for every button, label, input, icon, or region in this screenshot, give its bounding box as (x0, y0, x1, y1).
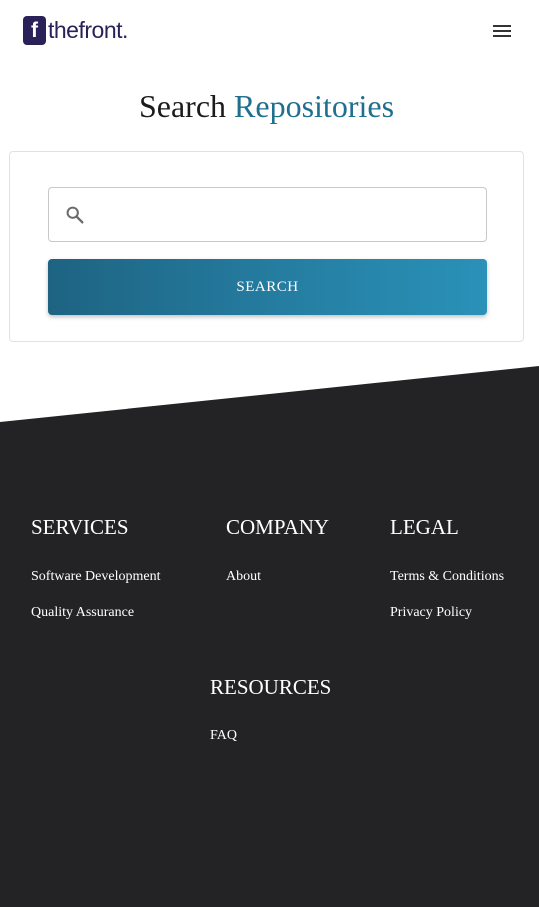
logo-text: thefront (48, 17, 123, 43)
search-icon (66, 206, 84, 224)
page-title-accent: Repositories (234, 88, 395, 124)
footer-col-title-company: COMPANY (226, 515, 330, 539)
page-title: Search Repositories (0, 88, 533, 125)
footer-link-quality-assurance[interactable]: Quality Assurance (31, 605, 134, 621)
footer-col-title-resources: RESOURCES (210, 675, 332, 699)
footer-col-title-services: SERVICES (31, 515, 129, 539)
logo-mark: f (23, 16, 46, 45)
page-title-plain: Search (138, 88, 227, 124)
site-header: f thefront. (0, 0, 539, 62)
footer-link-terms-conditions[interactable]: Terms & Conditions (390, 569, 504, 585)
brand-logo[interactable]: f thefront. (23, 16, 128, 45)
search-card: SEARCH (9, 151, 524, 342)
footer-col-title-legal: LEGAL (390, 515, 459, 539)
search-input[interactable] (97, 188, 481, 243)
hamburger-menu-icon[interactable] (490, 22, 514, 40)
footer-background (0, 366, 539, 907)
search-field[interactable] (48, 187, 487, 243)
footer-link-privacy-policy[interactable]: Privacy Policy (390, 605, 472, 621)
logo-dot: . (122, 17, 128, 43)
search-button[interactable]: SEARCH (48, 259, 487, 315)
footer-link-about[interactable]: About (226, 569, 261, 585)
logo-wordmark: thefront. (48, 17, 128, 44)
footer-link-software-development[interactable]: Software Development (31, 569, 160, 585)
footer-link-faq[interactable]: FAQ (210, 728, 237, 744)
